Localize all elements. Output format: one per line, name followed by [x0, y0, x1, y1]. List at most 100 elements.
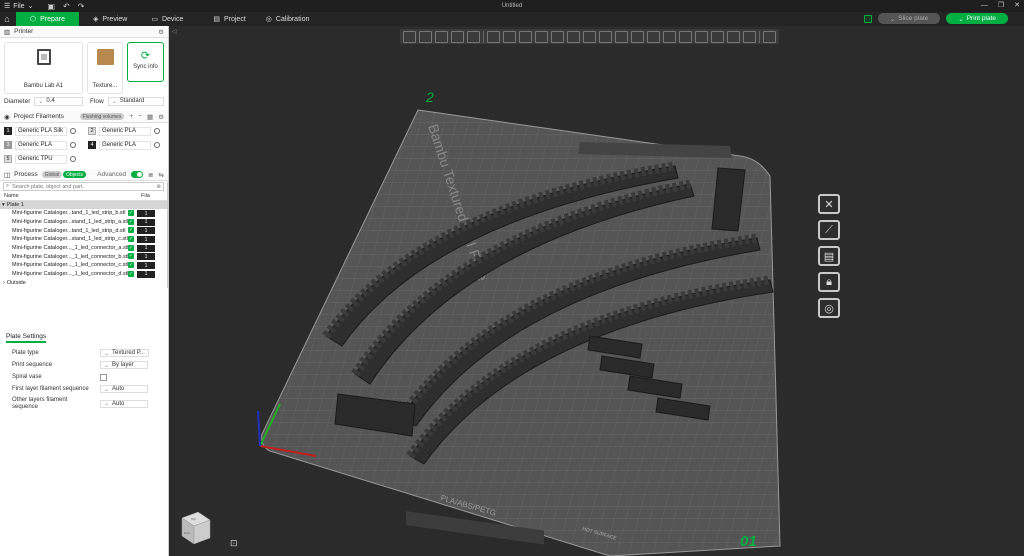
object-row[interactable]: Mini-figurine Cataloger..._1_led_connect… — [0, 261, 167, 270]
filament-name[interactable]: Generic PLA — [15, 140, 67, 150]
object-row[interactable]: Mini-figurine Cataloger..._1_led_connect… — [0, 270, 167, 279]
plate-settings-icon[interactable]: ▤ — [818, 246, 840, 266]
visible-checkbox[interactable]: ✓ — [128, 227, 134, 234]
zoom-fit-icon[interactable]: ⊡ — [230, 538, 238, 549]
edit-filament-icon[interactable] — [70, 156, 76, 162]
first-layer-sequence-select[interactable]: ⌄ Auto — [100, 385, 148, 393]
edit-filament-icon[interactable] — [154, 128, 160, 134]
global-toggle[interactable]: Global — [41, 171, 63, 178]
plate-icon[interactable] — [863, 14, 872, 23]
object-row[interactable]: Mini-figurine Cataloger..._1_led_connect… — [0, 244, 167, 253]
printer-select-card[interactable]: Bambu Lab A1 — [4, 42, 83, 94]
lock-plate-icon[interactable]: 🔒︎ — [818, 272, 840, 292]
filament-slot[interactable]: 5 Generic TPU — [4, 154, 84, 164]
plate-type-card[interactable]: Texture... — [87, 42, 123, 94]
visible-checkbox[interactable]: ✓ — [128, 218, 134, 225]
diameter-select[interactable]: ⌄ 0.4 — [34, 96, 83, 106]
gear-icon[interactable]: ⚙ — [158, 28, 164, 36]
spiral-vase-checkbox[interactable] — [100, 373, 107, 381]
filament-slot[interactable]: 3 Generic PLA — [4, 140, 84, 150]
advanced-toggle[interactable] — [131, 171, 144, 178]
list-icon[interactable]: ≣ — [148, 171, 153, 179]
search-input[interactable]: ⌕ Search plate, object and part. ⊗ — [3, 182, 164, 191]
3d-viewport[interactable]: ◁ Bambu Textured PEI Plate 2 PLA/ABS/PET… — [170, 26, 1024, 556]
grid-icon[interactable]: ▦ — [147, 113, 153, 121]
object-filament[interactable]: 1 — [137, 262, 155, 270]
tab-prepare[interactable]: ⬡ Prepare — [16, 12, 80, 26]
plate-type-select[interactable]: ⌄ Textured P... — [100, 349, 149, 357]
filament-slot[interactable]: 4 Generic PLA — [88, 140, 168, 150]
add-icon[interactable]: + — [129, 113, 133, 120]
edit-filament-icon[interactable] — [154, 142, 160, 148]
view-cube[interactable]: Top Front — [178, 510, 212, 546]
hamburger-icon: ☰ — [4, 3, 11, 10]
setting-label: First layer filament sequence — [12, 386, 89, 392]
printer-icon — [37, 49, 51, 65]
visible-checkbox[interactable]: ✓ — [128, 262, 134, 269]
plate-row[interactable]: ▾ Plate 1 — [0, 201, 167, 209]
object-filament[interactable]: 1 — [137, 227, 155, 235]
plate-label: Plate 1 — [6, 202, 24, 208]
object-filament[interactable]: 1 — [137, 253, 155, 261]
filament-name[interactable]: Generic PLA — [99, 126, 151, 136]
save-icon[interactable]: ▣ — [47, 2, 55, 11]
tab-project[interactable]: ▤ Project — [203, 12, 255, 26]
minimize-icon[interactable]: — — [981, 0, 988, 12]
arrange-plate-icon[interactable]: ⟋ — [818, 220, 840, 240]
delete-plate-icon[interactable]: ✕ — [818, 194, 840, 214]
object-row[interactable]: Mini-figurine Cataloger...tand_1_led_str… — [0, 226, 167, 235]
flushing-volumes-button[interactable]: Flushing volumes — [79, 113, 125, 120]
undo-icon[interactable]: ↶ — [63, 2, 70, 11]
left-panel: ▥ Printer ⚙ Bambu Lab A1 Texture... ⟳ Sy… — [0, 26, 169, 556]
gear-icon[interactable]: ⚙ — [158, 113, 164, 121]
visible-checkbox[interactable]: ✓ — [128, 253, 134, 260]
compare-icon[interactable]: ⇆ — [159, 171, 164, 179]
visible-checkbox[interactable]: ✓ — [128, 270, 134, 277]
filament-slot[interactable]: 1 Generic PLA Silk — [4, 126, 84, 136]
print-sequence-select[interactable]: ⌄ By layer — [100, 361, 148, 369]
filament-name[interactable]: Generic PLA Silk — [15, 126, 67, 136]
tab-device[interactable]: ▭ Device — [141, 12, 193, 26]
edit-filament-icon[interactable] — [70, 128, 76, 134]
other-layers-sequence-select[interactable]: ⌄ Auto — [100, 400, 148, 408]
edit-filament-icon[interactable] — [70, 142, 76, 148]
object-filament[interactable]: 1 — [137, 218, 155, 226]
flow-select[interactable]: ⌄ Standard — [107, 96, 164, 106]
redo-icon[interactable]: ↷ — [78, 2, 85, 11]
home-icon[interactable]: ⌂ — [0, 12, 14, 26]
print-plate-button[interactable]: ⌄ Print plate — [946, 13, 1008, 24]
clear-search-icon[interactable]: ⊗ — [156, 184, 161, 190]
visible-checkbox[interactable]: ✓ — [128, 244, 134, 251]
slice-plate-button[interactable]: ⌄ Slice plate — [877, 13, 941, 24]
expand-arrow-icon[interactable]: ▾ — [2, 202, 5, 208]
object-row[interactable]: Mini-figurine Cataloger...stand_1_led_st… — [0, 235, 167, 244]
visible-checkbox[interactable]: ✓ — [128, 210, 134, 216]
close-icon[interactable]: ✕ — [1014, 0, 1020, 12]
plate-view-icon[interactable]: ◎ — [818, 298, 840, 318]
build-plate-scene: Bambu Textured PEI Plate 2 PLA/ABS/PETG … — [257, 89, 781, 556]
sync-info-button[interactable]: ⟳ Sync info — [127, 42, 164, 82]
filament-name[interactable]: Generic TPU — [15, 154, 67, 164]
object-row[interactable]: Mini-figurine Cataloger...stand_1_led_st… — [0, 218, 167, 227]
file-menu[interactable]: ☰ File ⌄ — [0, 2, 34, 11]
object-filament[interactable]: 1 — [137, 236, 155, 244]
tab-label: Device — [161, 15, 184, 23]
collapse-arrow-icon[interactable]: › — [3, 280, 5, 286]
objects-toggle[interactable]: Objects — [63, 171, 87, 178]
object-filament[interactable]: 1 — [137, 270, 155, 278]
object-row[interactable]: Mini-figurine Cataloger..._1_led_connect… — [0, 252, 167, 261]
filament-name[interactable]: Generic PLA — [99, 140, 151, 150]
visible-checkbox[interactable]: ✓ — [128, 236, 134, 243]
calibration-icon: ◎ — [265, 16, 272, 23]
maximize-icon[interactable]: ❐ — [998, 0, 1004, 12]
filament-slot[interactable]: 2 Generic PLA — [88, 126, 168, 136]
object-filament[interactable]: 1 — [137, 244, 155, 252]
tab-preview[interactable]: ◈ Preview — [83, 12, 137, 26]
printer-section-header: ▥ Printer ⚙ — [0, 26, 168, 38]
object-filament[interactable]: 1 — [137, 210, 155, 217]
object-row[interactable]: Mini-figurine Cataloger...tand_1_led_str… — [0, 209, 167, 218]
tab-calibration[interactable]: ◎ Calibration — [256, 12, 320, 26]
outside-row[interactable]: › Outside — [0, 279, 167, 288]
remove-icon[interactable]: − — [138, 113, 142, 120]
chevron-down-icon: ⌄ — [27, 3, 34, 10]
